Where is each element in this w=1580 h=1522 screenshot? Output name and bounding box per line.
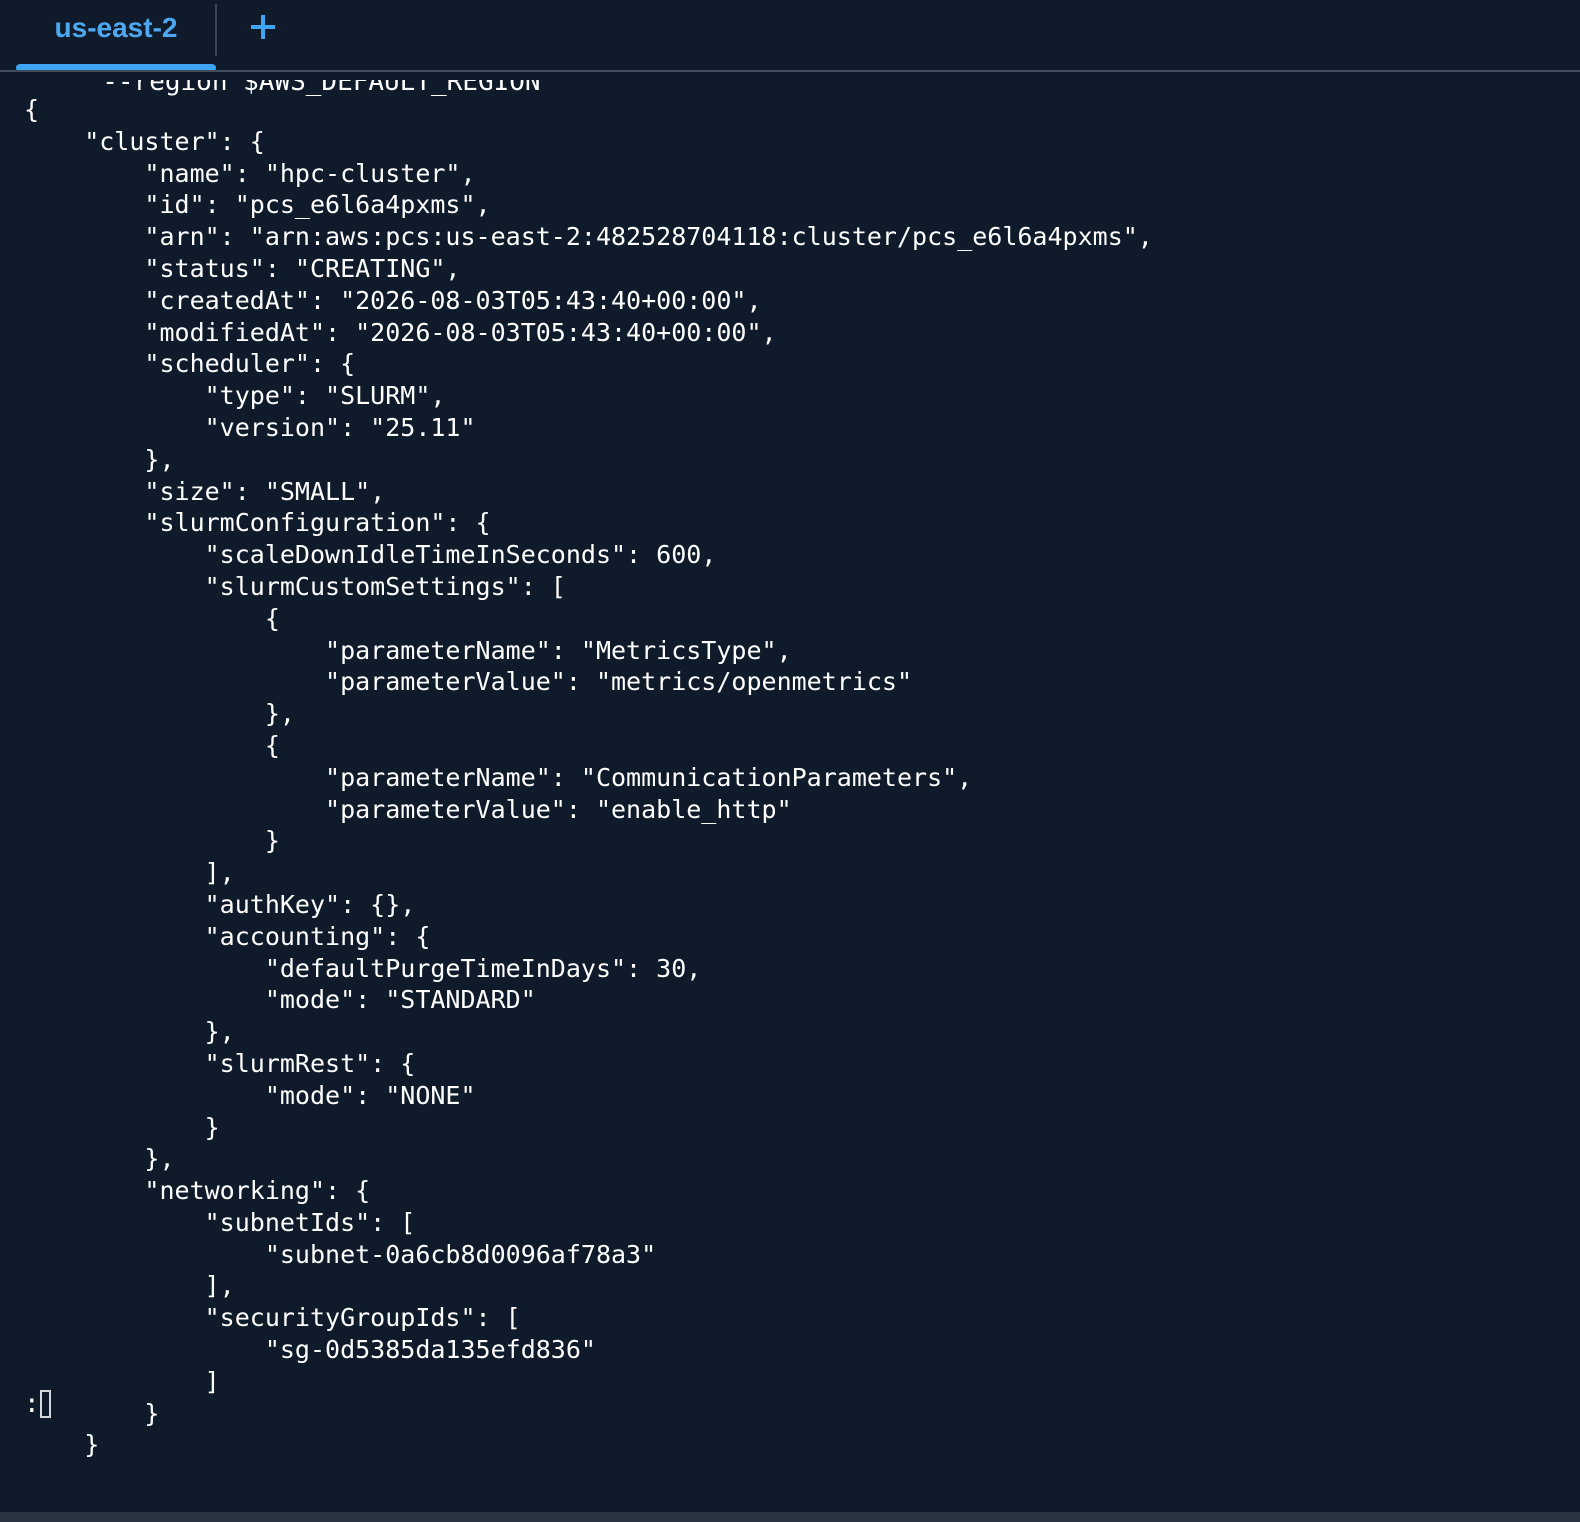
output-line: "parameterName": "CommunicationParameter… bbox=[24, 762, 973, 792]
output-line: "authKey": {}, bbox=[24, 889, 416, 919]
json-output: { "cluster": { "name": "hpc-cluster", "i… bbox=[24, 94, 1153, 1461]
pager-prompt: : bbox=[24, 1389, 40, 1419]
output-line: { bbox=[24, 95, 40, 124]
tab-us-east-2[interactable]: us-east-2 bbox=[16, 0, 216, 72]
terminal-cursor[interactable] bbox=[40, 1390, 51, 1418]
output-line: "mode": "NONE" bbox=[24, 1080, 476, 1110]
output-line: "version": "25.11" bbox=[24, 412, 476, 442]
output-line: "defaultPurgeTimeInDays": 30, bbox=[24, 953, 702, 983]
tab-label: us-east-2 bbox=[54, 12, 178, 43]
output-line: }, bbox=[24, 444, 175, 474]
output-line: }, bbox=[24, 1017, 235, 1047]
output-line: { bbox=[24, 603, 280, 633]
output-line: }, bbox=[24, 699, 295, 729]
output-line: ], bbox=[24, 858, 235, 888]
output-line: "status": "CREATING", bbox=[24, 253, 461, 283]
terminal-bottom-border bbox=[0, 1512, 1580, 1522]
output-line: } bbox=[24, 826, 280, 856]
output-line: ], bbox=[24, 1271, 235, 1301]
output-line: "subnetIds": [ bbox=[24, 1207, 416, 1237]
tab-separator bbox=[215, 4, 217, 56]
plus-icon-vertical bbox=[261, 15, 265, 39]
terminal-output[interactable]: --region $AWS_DEFAULT_REGION { "cluster"… bbox=[0, 72, 1580, 1512]
output-line: "parameterValue": "enable_http" bbox=[24, 794, 792, 824]
output-line: "size": "SMALL", bbox=[24, 476, 386, 506]
output-line: "slurmConfiguration": { bbox=[24, 508, 491, 538]
output-line: "scheduler": { bbox=[24, 349, 356, 379]
output-line: "subnet-0a6cb8d0096af78a3" bbox=[24, 1239, 657, 1269]
output-line: "accounting": { bbox=[24, 921, 431, 951]
plus-icon[interactable] bbox=[240, 4, 286, 50]
output-line: } bbox=[24, 1112, 220, 1142]
output-line: "createdAt": "2026-08-03T05:43:40+00:00"… bbox=[24, 285, 762, 315]
tab-bar: us-east-2 bbox=[0, 0, 1580, 72]
output-line: "arn": "arn:aws:pcs:us-east-2:4825287041… bbox=[24, 222, 1153, 252]
output-line: "cluster": { bbox=[24, 126, 265, 156]
output-line: "sg-0d5385da135efd836" bbox=[24, 1335, 596, 1365]
output-line: "networking": { bbox=[24, 1176, 371, 1206]
output-line: "securityGroupIds": [ bbox=[24, 1303, 521, 1333]
output-line: "scaleDownIdleTimeInSeconds": 600, bbox=[24, 540, 717, 570]
output-line: } bbox=[24, 1398, 160, 1428]
output-line: "slurmCustomSettings": [ bbox=[24, 571, 566, 601]
output-line: { bbox=[24, 730, 280, 760]
output-line: ] bbox=[24, 1366, 220, 1396]
output-line: } bbox=[24, 1430, 100, 1460]
output-line: "parameterName": "MetricsType", bbox=[24, 635, 792, 665]
output-line: "modifiedAt": "2026-08-03T05:43:40+00:00… bbox=[24, 317, 777, 347]
output-line: "type": "SLURM", bbox=[24, 381, 446, 411]
output-line: "parameterValue": "metrics/openmetrics" bbox=[24, 667, 913, 697]
output-line: "mode": "STANDARD" bbox=[24, 985, 536, 1015]
output-line: }, bbox=[24, 1144, 175, 1174]
output-line: "slurmRest": { bbox=[24, 1048, 416, 1078]
output-line: "id": "pcs_e6l6a4pxms", bbox=[24, 190, 491, 220]
output-line: "name": "hpc-cluster", bbox=[24, 158, 476, 188]
